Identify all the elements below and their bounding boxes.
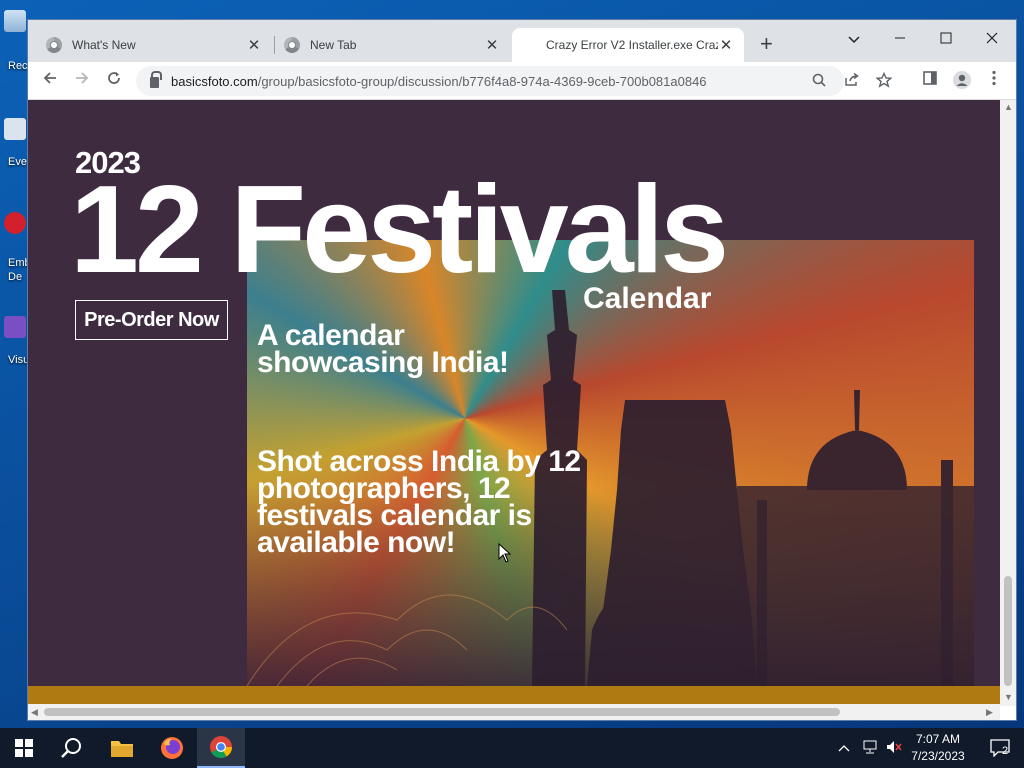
tab-title: New Tab <box>310 38 357 52</box>
tab-search-button[interactable] <box>831 26 877 54</box>
mouse-cursor-icon <box>498 543 512 563</box>
tab-title: Crazy Error V2 Installer.exe Crazy <box>546 38 718 52</box>
desktop-shortcut-icon[interactable]: Emb De <box>4 212 31 283</box>
desktop-shortcut-icon[interactable]: Eve <box>4 118 28 168</box>
side-panel-icon <box>923 71 937 85</box>
tab-new-tab[interactable]: New Tab ✕ <box>274 28 510 62</box>
footer-band <box>28 686 1000 706</box>
system-clock[interactable]: 7:07 AM 7/23/2023 <box>900 731 976 765</box>
desktop-shortcut-icon[interactable]: Visu <box>4 316 29 366</box>
tab-whats-new[interactable]: What's New ✕ <box>36 28 272 62</box>
pre-order-button[interactable]: Pre-Order Now <box>75 300 228 340</box>
side-panel-button[interactable] <box>918 70 942 92</box>
minimize-icon <box>895 37 905 39</box>
file-explorer-button[interactable] <box>98 728 146 768</box>
chrome-icon <box>284 37 300 53</box>
firefox-button[interactable] <box>148 728 196 768</box>
horizontal-scroll-thumb[interactable] <box>44 708 840 716</box>
arrow-left-icon <box>43 72 56 84</box>
page-subheadline: Calendar <box>583 282 712 315</box>
browser-toolbar: basicsfoto.com/group/basicsfoto-group/di… <box>28 62 1016 100</box>
chrome-icon <box>210 736 232 758</box>
kebab-menu-icon <box>992 70 996 86</box>
tab-title: What's New <box>72 38 136 52</box>
close-tab-icon[interactable]: ✕ <box>718 36 734 54</box>
search-button[interactable] <box>48 728 96 768</box>
scroll-left-icon[interactable]: ◀ <box>31 707 38 718</box>
close-icon <box>986 32 998 44</box>
show-hidden-icons-button[interactable] <box>838 740 850 755</box>
network-icon[interactable] <box>862 740 878 757</box>
close-tab-icon[interactable]: ✕ <box>484 36 500 54</box>
horizontal-scrollbar[interactable]: ◀ ▶ <box>28 704 1000 720</box>
page-viewport: 2023 12 Festivals Calendar Pre-Order Now… <box>28 100 1000 706</box>
desktop-icon-label: Eve <box>8 156 27 168</box>
chevron-down-icon <box>848 36 860 44</box>
windows-logo-icon <box>15 739 33 757</box>
notifications-button[interactable]: 2 <box>976 728 1024 768</box>
minimize-button[interactable] <box>877 26 923 54</box>
scroll-right-icon[interactable]: ▶ <box>986 707 993 718</box>
search-icon <box>61 738 81 758</box>
vertical-scroll-thumb[interactable] <box>1004 576 1012 686</box>
address-bar[interactable]: basicsfoto.com/group/basicsfoto-group/di… <box>136 66 893 96</box>
notification-count: 2 <box>1002 745 1009 757</box>
close-tab-icon[interactable]: ✕ <box>246 36 262 54</box>
start-button[interactable] <box>0 728 48 768</box>
maximize-icon <box>940 32 952 44</box>
url-text: basicsfoto.com/group/basicsfoto-group/di… <box>171 73 707 89</box>
browser-window: What's New ✕ New Tab ✕ Crazy Error V2 In… <box>28 20 1016 720</box>
forward-button[interactable] <box>70 70 94 92</box>
vertical-scrollbar[interactable]: ▲ ▼ <box>1000 100 1016 706</box>
tab-strip: What's New ✕ New Tab ✕ Crazy Error V2 In… <box>28 20 1016 62</box>
tab-installer[interactable]: Crazy Error V2 Installer.exe Crazy ✕ <box>512 28 744 62</box>
avatar-icon <box>953 71 971 89</box>
description-text: Shot across India by 12 photographers, 1… <box>257 445 581 559</box>
clock-time: 7:07 AM <box>915 732 961 746</box>
scroll-up-icon[interactable]: ▲ <box>1004 102 1013 112</box>
maximize-button[interactable] <box>923 26 969 54</box>
back-button[interactable] <box>38 70 62 92</box>
arrow-right-icon <box>76 72 89 84</box>
folder-icon <box>111 741 133 757</box>
recycle-bin-icon[interactable]: Rec <box>4 10 28 72</box>
tagline-text: A calendar showcasing India! <box>257 319 509 379</box>
page-headline: 12 Festivals <box>70 161 729 299</box>
close-window-button[interactable] <box>969 26 1015 54</box>
menu-button[interactable] <box>982 70 1006 92</box>
taskbar: 7:07 AM 7/23/2023 2 <box>0 728 1024 768</box>
search-icon[interactable] <box>812 73 826 92</box>
bookmark-star-icon[interactable] <box>875 71 893 93</box>
clock-date: 7/23/2023 <box>911 749 965 763</box>
reload-icon <box>108 72 120 84</box>
chevron-up-icon <box>838 745 850 752</box>
lock-icon <box>150 71 162 88</box>
share-icon[interactable] <box>844 72 860 92</box>
chrome-icon <box>46 37 62 53</box>
desktop-icon-label: Rec <box>8 60 28 72</box>
profile-button[interactable] <box>950 70 974 92</box>
desktop-icon-label: Visu <box>8 354 30 366</box>
new-tab-button[interactable]: + <box>760 32 773 56</box>
scroll-down-icon[interactable]: ▼ <box>1004 692 1013 702</box>
chrome-taskbar-button[interactable] <box>197 728 245 768</box>
firefox-icon <box>161 737 183 759</box>
reload-button[interactable] <box>102 70 126 92</box>
